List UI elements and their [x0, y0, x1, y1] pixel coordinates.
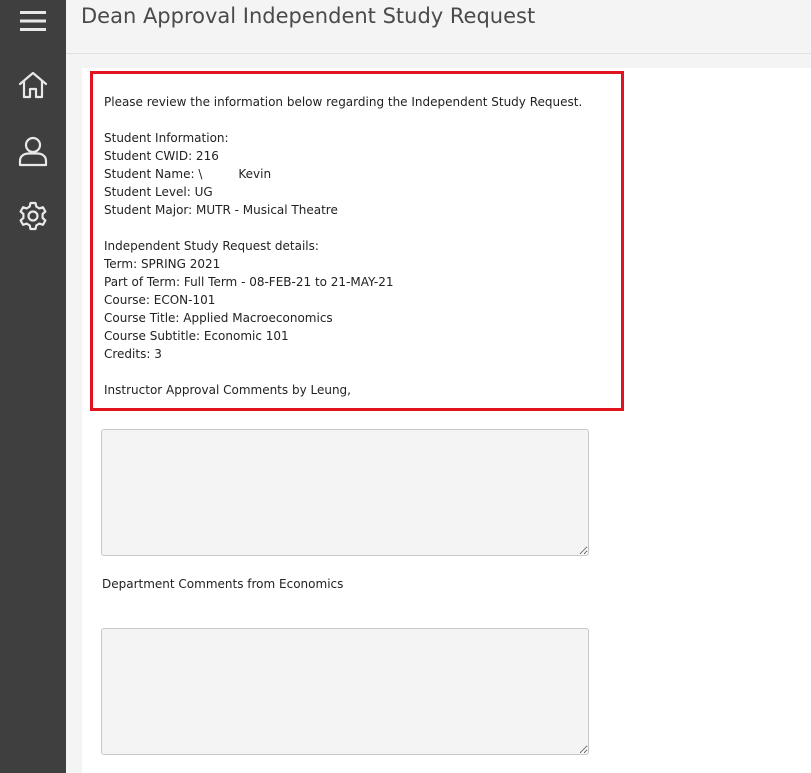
request-info-text: Please review the information below rega…	[104, 93, 582, 399]
department-comments-label: Department Comments from Economics	[102, 577, 344, 591]
page-header: Dean Approval Independent Study Request	[66, 0, 811, 54]
student-name: Student Name: \ Kevin	[104, 165, 582, 183]
student-level: Student Level: UG	[104, 185, 213, 199]
menu-button[interactable]	[0, 0, 66, 42]
main-content: Please review the information below rega…	[82, 68, 811, 773]
page-title: Dean Approval Independent Study Request	[81, 4, 536, 28]
student-first-name: Kevin	[238, 167, 272, 181]
student-info-heading: Student Information:	[104, 131, 229, 145]
request-details-heading: Independent Study Request details:	[104, 239, 319, 253]
student-name-prefix: Student Name: \	[104, 167, 203, 181]
course: Course: ECON-101	[104, 293, 216, 307]
sidebar-item-home[interactable]	[0, 60, 66, 110]
credits: Credits: 3	[104, 347, 162, 361]
student-major: Student Major: MUTR - Musical Theatre	[104, 203, 338, 217]
course-title: Course Title: Applied Macroeconomics	[104, 311, 333, 325]
term: Term: SPRING 2021	[104, 257, 221, 271]
gear-icon	[19, 201, 47, 231]
instructor-comments-textarea[interactable]	[101, 429, 589, 556]
sidebar-item-profile[interactable]	[0, 126, 66, 176]
sidebar	[0, 0, 66, 773]
department-comments-textarea[interactable]	[101, 628, 589, 755]
student-cwid: Student CWID: 216	[104, 149, 219, 163]
request-info-box: Please review the information below rega…	[90, 71, 624, 411]
sidebar-item-settings[interactable]	[0, 191, 66, 241]
instructor-comments-label: Instructor Approval Comments by Leung,	[104, 383, 351, 397]
intro-text: Please review the information below rega…	[104, 95, 583, 109]
user-icon	[18, 136, 48, 167]
home-icon	[18, 71, 48, 99]
course-subtitle: Course Subtitle: Economic 101	[104, 329, 289, 343]
hamburger-menu-icon	[20, 11, 46, 31]
part-of-term: Part of Term: Full Term - 08-FEB-21 to 2…	[104, 275, 394, 289]
